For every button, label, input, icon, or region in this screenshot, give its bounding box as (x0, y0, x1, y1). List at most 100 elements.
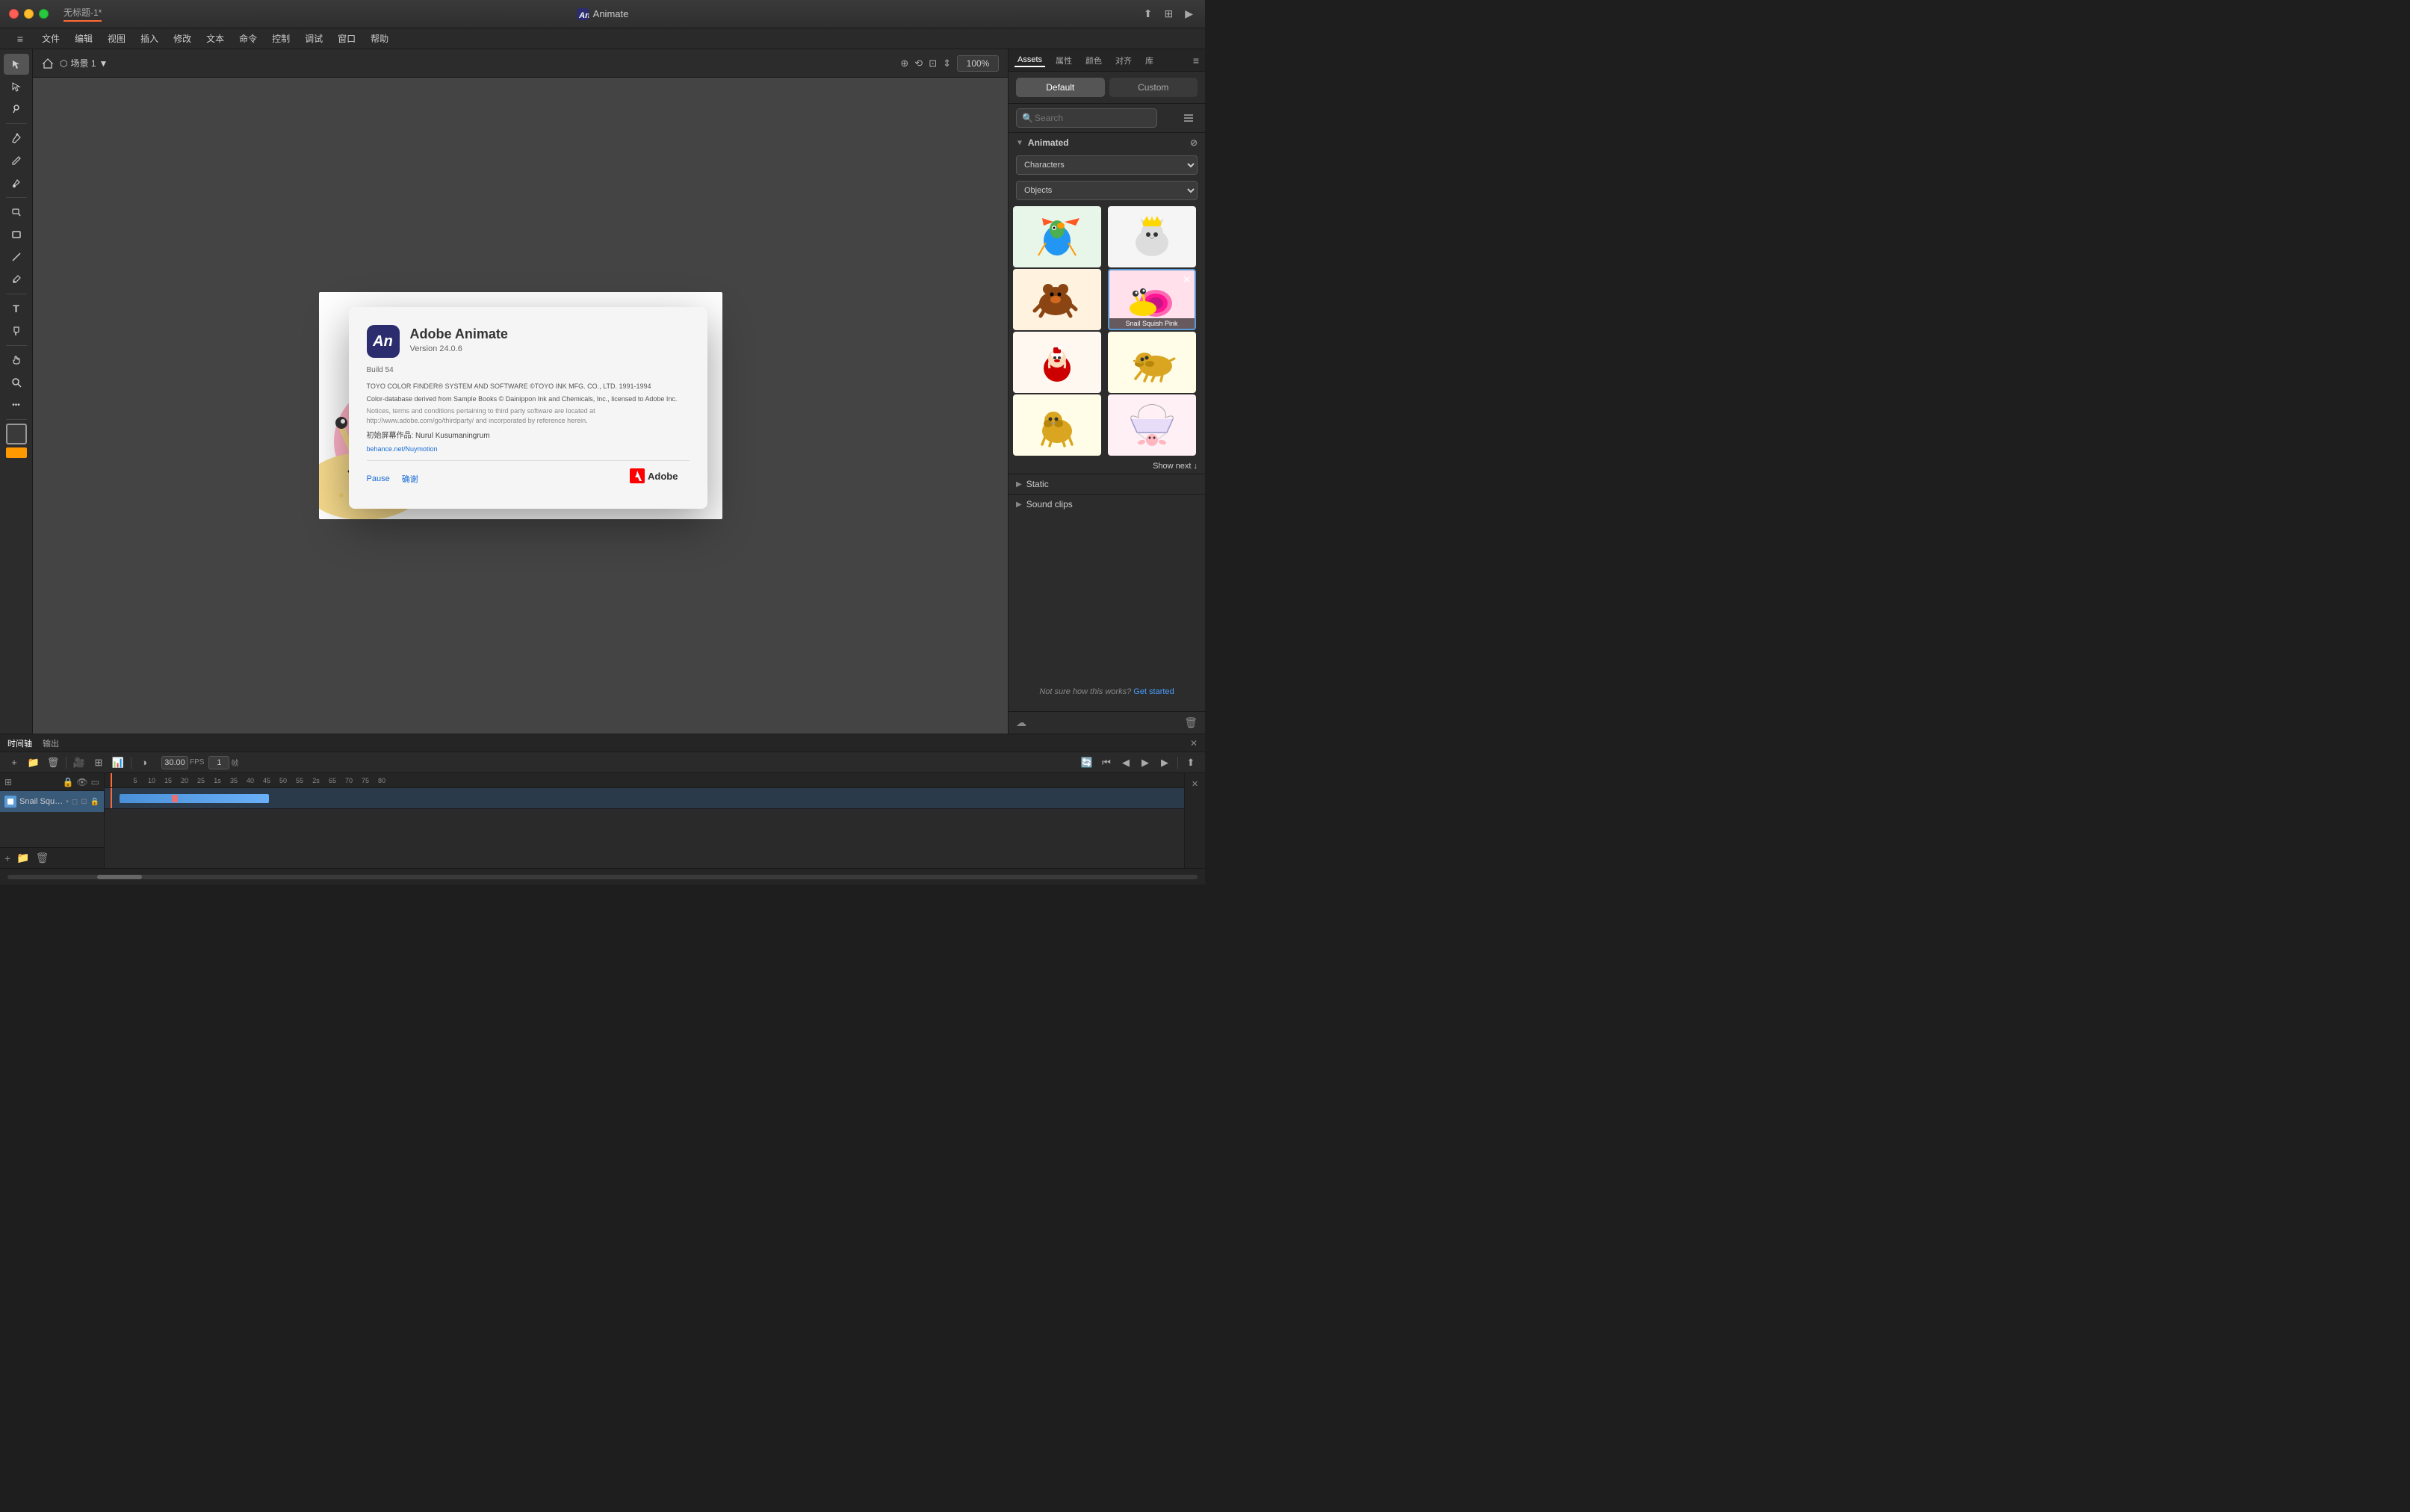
tab-properties[interactable]: 属性 (1053, 53, 1075, 68)
pen-tool[interactable] (4, 128, 29, 149)
menu-window[interactable]: 窗口 (332, 31, 362, 46)
onion-skin-btn[interactable]: ◑ (136, 755, 152, 771)
share-icon[interactable]: ⬆ (1144, 7, 1153, 20)
add-motion-btn[interactable]: ⊞ (90, 755, 107, 771)
menu-file[interactable]: 文件 (36, 31, 66, 46)
timeline-panel-close[interactable]: ✕ (1192, 779, 1198, 789)
add-layer-btn[interactable]: + (6, 755, 22, 771)
export-btn[interactable]: ⬆ (1183, 755, 1199, 771)
add-graph-btn[interactable]: 📊 (110, 755, 126, 771)
search-input[interactable] (1016, 108, 1157, 128)
objects-select[interactable]: Objects (1016, 181, 1198, 200)
hand-tool[interactable] (4, 350, 29, 371)
zoom-tool[interactable] (4, 372, 29, 393)
pause-button[interactable]: Pause (367, 473, 390, 485)
timeline-close-btn[interactable]: ✕ (1190, 738, 1198, 749)
maximize-button[interactable] (39, 9, 49, 19)
delete-layer-bottom-btn[interactable]: 🗑 (36, 852, 49, 864)
loop-btn[interactable]: 🔄 (1079, 755, 1095, 771)
tab-assets[interactable]: Assets (1015, 54, 1045, 67)
resize-icon[interactable]: ⇕ (943, 58, 951, 69)
tab-library[interactable]: 库 (1142, 53, 1156, 68)
layer-lock-row-icon[interactable]: 🔒 (90, 798, 99, 806)
eyedropper-tool[interactable] (4, 269, 29, 290)
select-tool[interactable] (4, 54, 29, 75)
brush-tool[interactable] (4, 173, 29, 193)
subselect-tool[interactable] (4, 76, 29, 97)
menu-text[interactable]: 文本 (200, 31, 230, 46)
menu-edit[interactable]: 编辑 (69, 31, 99, 46)
asset-dog-run[interactable] (1108, 332, 1196, 393)
frame-track-snail[interactable] (105, 788, 1184, 809)
ink-bucket-tool[interactable] (4, 202, 29, 223)
lasso-tool[interactable] (4, 99, 29, 120)
asset-crown-cat[interactable] (1108, 206, 1196, 267)
play-btn[interactable]: ▶ (1137, 755, 1153, 771)
add-folder-bottom-btn[interactable]: 📁 (16, 852, 29, 864)
menu-help[interactable]: 帮助 (365, 31, 394, 46)
more-tools[interactable]: ••• (4, 394, 29, 415)
output-tab[interactable]: 输出 (43, 737, 59, 749)
pencil-tool[interactable] (4, 150, 29, 171)
delete-layer-btn[interactable]: 🗑 (45, 755, 61, 771)
static-section[interactable]: ▶ Static (1009, 474, 1205, 494)
scrollbar-thumb[interactable] (97, 875, 142, 879)
default-tab-button[interactable]: Default (1016, 78, 1105, 97)
sound-clips-section[interactable]: ▶ Sound clips (1009, 494, 1205, 514)
menu-insert[interactable]: 插入 (134, 31, 164, 46)
paint-bucket-tool[interactable] (4, 320, 29, 341)
custom-tab-button[interactable]: Custom (1109, 78, 1198, 97)
document-tab[interactable]: 无标题-1* (63, 6, 102, 22)
minimize-button[interactable] (24, 9, 34, 19)
add-camera-btn[interactable]: 🎥 (71, 755, 87, 771)
asset-pig[interactable] (1108, 394, 1196, 456)
transform-icon[interactable]: ⟲ (914, 58, 923, 69)
panel-menu-icon[interactable]: ≡ (1193, 55, 1199, 66)
trash-icon[interactable]: 🗑 (1184, 716, 1198, 729)
add-folder-btn[interactable]: 📁 (25, 755, 42, 771)
asset-bear[interactable] (1013, 269, 1101, 330)
grid-icon[interactable]: ⊞ (1164, 7, 1173, 20)
rewind-btn[interactable]: ⏮ (1098, 755, 1115, 771)
animated-section-header[interactable]: ▼ Animated ⊘ (1009, 133, 1205, 152)
characters-select[interactable]: Characters (1016, 155, 1198, 175)
stroke-color[interactable] (6, 424, 27, 444)
menu-debug[interactable]: 调试 (299, 31, 329, 46)
asset-parrot[interactable] (1013, 206, 1101, 267)
confirm-button[interactable]: 确谢 (402, 473, 418, 485)
fps-input[interactable] (161, 756, 188, 769)
cloud-icon[interactable]: ☁ (1016, 716, 1026, 729)
step-forward-btn[interactable]: ▶ (1156, 755, 1173, 771)
menu-control[interactable]: 控制 (266, 31, 296, 46)
add-layer-bottom-btn[interactable]: + (4, 852, 10, 864)
list-view-button[interactable] (1180, 109, 1198, 127)
about-link[interactable]: behance.net/Nuymotion (367, 444, 690, 454)
frame-input[interactable] (208, 756, 229, 769)
asset-santa[interactable] (1013, 332, 1101, 393)
get-started-link[interactable]: Get started (1133, 687, 1174, 696)
play-icon[interactable]: ▶ (1185, 7, 1193, 20)
show-next-row[interactable]: Show next ↓ (1009, 459, 1205, 474)
asset-close-icon[interactable]: ✕ (1183, 273, 1192, 286)
rectangle-tool[interactable] (4, 224, 29, 245)
menu-commands[interactable]: 命令 (233, 31, 263, 46)
timeline-tab[interactable]: 时间轴 (7, 737, 32, 749)
tab-align[interactable]: 对齐 (1112, 53, 1135, 68)
horizontal-scrollbar[interactable] (7, 875, 1198, 879)
line-tool[interactable] (4, 247, 29, 267)
menu-view[interactable]: 视图 (102, 31, 131, 46)
fill-color[interactable] (6, 447, 27, 458)
layer-row-snail[interactable]: Snail Squish... • ◻ ⊡ 🔒 (0, 791, 104, 812)
filter-icon[interactable]: ⊘ (1190, 137, 1198, 148)
zoom-input[interactable] (957, 55, 999, 72)
asset-dog-yellow[interactable] (1013, 394, 1101, 456)
fit-icon[interactable]: ⊡ (929, 58, 937, 69)
scene-selector[interactable]: ⬡ 场景 1 ▼ (60, 57, 108, 69)
hamburger-menu[interactable]: ≡ (7, 28, 33, 49)
text-tool[interactable]: T (4, 298, 29, 319)
asset-snail-pink[interactable]: Snail Squish Pink ✕ (1108, 269, 1196, 330)
timeline-frames[interactable]: 5 10 15 20 25 1s 35 40 45 50 55 2s 65 70… (105, 773, 1184, 868)
close-button[interactable] (9, 9, 19, 19)
step-back-btn[interactable]: ◀ (1118, 755, 1134, 771)
crosshair-icon[interactable]: ⊕ (900, 58, 908, 69)
